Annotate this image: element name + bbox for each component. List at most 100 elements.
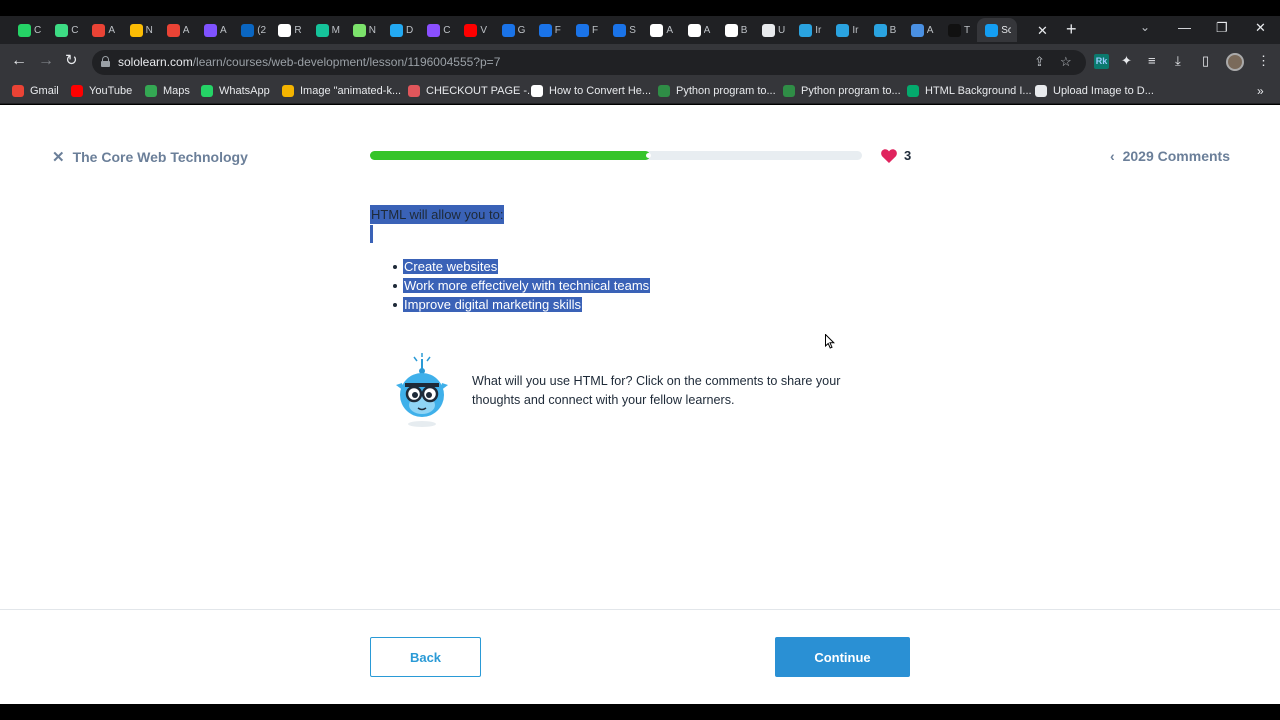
w3-icon xyxy=(907,85,919,97)
google-drive-icon xyxy=(129,23,143,37)
extensions-puzzle-icon[interactable]: ✦ xyxy=(1121,53,1132,69)
back-button[interactable]: Back xyxy=(370,637,481,677)
menu-kebab-icon[interactable]: ⋮ xyxy=(1257,53,1270,69)
address-bar[interactable]: sololearn.com/learn/courses/web-developm… xyxy=(92,50,1086,75)
browser-tab[interactable]: D xyxy=(382,18,419,42)
browser-tab[interactable]: B xyxy=(866,18,903,42)
url-path: /learn/courses/web-development/lesson/11… xyxy=(192,55,501,69)
close-tab-icon[interactable]: ✕ xyxy=(1037,23,1048,39)
rk-extension-icon[interactable]: Rk xyxy=(1094,54,1109,69)
browser-tab[interactable]: A xyxy=(196,18,233,42)
back-arrow-icon[interactable]: ← xyxy=(11,52,27,70)
sololearn-mascot-icon xyxy=(396,353,448,427)
bookmark-item[interactable]: Upload Image to D... xyxy=(1035,85,1154,97)
gmail-icon xyxy=(92,23,106,37)
more-bookmarks-icon[interactable]: » xyxy=(1257,84,1264,98)
amazon-icon xyxy=(650,23,664,37)
tab-title: A xyxy=(926,24,934,36)
gmail-icon xyxy=(12,85,24,97)
browser-tab[interactable]: F xyxy=(568,18,605,42)
browser-tab[interactable]: A xyxy=(159,18,196,42)
browser-tab[interactable]: B xyxy=(717,18,754,42)
c-icon xyxy=(576,23,589,37)
browser-tab[interactable]: C xyxy=(419,18,456,42)
tab-title: Ir xyxy=(815,24,822,36)
browser-tab[interactable]: V xyxy=(456,18,493,42)
tab-title: V xyxy=(480,24,488,36)
browser-tab[interactable]: G xyxy=(494,18,531,42)
comments-label: 2029 Comments xyxy=(1122,148,1230,164)
lesson-footer: Back Continue xyxy=(0,609,1280,704)
bookmark-item[interactable]: Image "animated-k... xyxy=(282,85,401,97)
bookmark-item[interactable]: HTML Background I... xyxy=(907,85,1032,97)
c-icon xyxy=(613,23,627,37)
browser-tab[interactable]: Ir xyxy=(828,18,865,42)
profile-avatar[interactable] xyxy=(1226,53,1244,71)
bookmark-item[interactable]: Maps xyxy=(145,85,190,97)
browser-tab[interactable]: A xyxy=(642,18,679,42)
progress-fill xyxy=(370,151,652,160)
close-window-button[interactable]: ✕ xyxy=(1255,20,1266,36)
side-panel-icon[interactable]: ▯ xyxy=(1202,53,1209,69)
bookmark-item[interactable]: WhatsApp xyxy=(201,85,270,97)
url-text[interactable]: sololearn.com/learn/courses/web-developm… xyxy=(118,55,500,69)
share-icon[interactable]: ⇪ xyxy=(1034,54,1045,70)
star-icon xyxy=(282,85,294,97)
browser-tab[interactable]: A xyxy=(903,18,940,42)
restore-button[interactable]: ❐ xyxy=(1216,20,1228,36)
browser-tab[interactable]: T xyxy=(940,18,977,42)
browser-tab[interactable]: M xyxy=(308,18,345,42)
bookmark-item[interactable]: YouTube xyxy=(71,85,132,97)
browser-tab[interactable]: A xyxy=(680,18,717,42)
bookmark-item[interactable]: Gmail xyxy=(12,85,59,97)
browser-tab[interactable]: A xyxy=(84,18,121,42)
bookmark-label: CHECKOUT PAGE -... xyxy=(426,85,537,97)
bookmarks-bar: Gmail YouTube Maps WhatsApp Image "animated-… xyxy=(0,80,1280,104)
browser-tab[interactable]: Ir xyxy=(791,18,828,42)
browser-tab[interactable]: F xyxy=(531,18,568,42)
grammarly-icon xyxy=(315,23,329,37)
tab-active[interactable]: Sc xyxy=(977,18,1018,42)
maps-icon xyxy=(145,85,157,97)
browser-tab[interactable]: (2 xyxy=(233,18,270,42)
bookmark-label: YouTube xyxy=(89,85,133,97)
browser-tab[interactable]: U xyxy=(754,18,791,42)
bookmark-item[interactable]: How to Convert He... xyxy=(531,85,651,97)
close-lesson-button[interactable]: ✕ The Core Web Technology xyxy=(52,148,248,166)
reload-icon[interactable]: ↻ xyxy=(65,52,78,70)
bookmark-star-icon[interactable]: ☆ xyxy=(1060,54,1072,70)
url-host: sololearn.com xyxy=(118,55,193,69)
screen-border xyxy=(0,0,1280,16)
tab-title: D xyxy=(406,24,414,36)
browser-tab[interactable]: N xyxy=(345,18,382,42)
whatsapp-icon xyxy=(201,85,213,97)
forward-arrow-icon[interactable]: → xyxy=(38,52,54,70)
bookmark-label: Gmail xyxy=(30,85,59,97)
tab-title: A xyxy=(108,24,116,36)
tab-title: (2 xyxy=(257,24,267,36)
bookmark-label: Image "animated-k... xyxy=(300,85,402,97)
bullet-text: Work more effectively with technical tea… xyxy=(403,278,651,293)
tab-search-chevron-icon[interactable]: ⌄ xyxy=(1140,20,1150,34)
browser-tab[interactable]: R xyxy=(270,18,307,42)
browser-tab[interactable]: C xyxy=(47,18,84,42)
continue-button[interactable]: Continue xyxy=(775,637,910,677)
tab-title: C xyxy=(443,24,451,36)
bookmark-item[interactable]: CHECKOUT PAGE -... xyxy=(408,85,536,97)
vscode-icon xyxy=(390,23,403,37)
bookmark-item[interactable]: Python program to... xyxy=(658,85,776,97)
media-control-icon[interactable]: ≡ xyxy=(1148,53,1156,68)
notion-icon xyxy=(278,23,292,37)
tab-title: Sc xyxy=(1001,24,1012,36)
new-tab-button[interactable]: + xyxy=(1066,20,1077,38)
browser-tab[interactable]: N xyxy=(122,18,159,42)
list-item: Work more effectively with technical tea… xyxy=(393,276,910,295)
minimize-button[interactable]: — xyxy=(1178,20,1191,35)
download-icon[interactable]: ⤓ xyxy=(1175,53,1181,69)
browser-tab[interactable]: S xyxy=(605,18,642,42)
browser-tab[interactable]: C xyxy=(10,18,47,42)
tab-title: N xyxy=(145,24,153,36)
comments-button[interactable]: ‹ 2029 Comments xyxy=(1110,148,1230,164)
bookmark-item[interactable]: Python program to... xyxy=(783,85,901,97)
selection-caret xyxy=(370,225,373,243)
